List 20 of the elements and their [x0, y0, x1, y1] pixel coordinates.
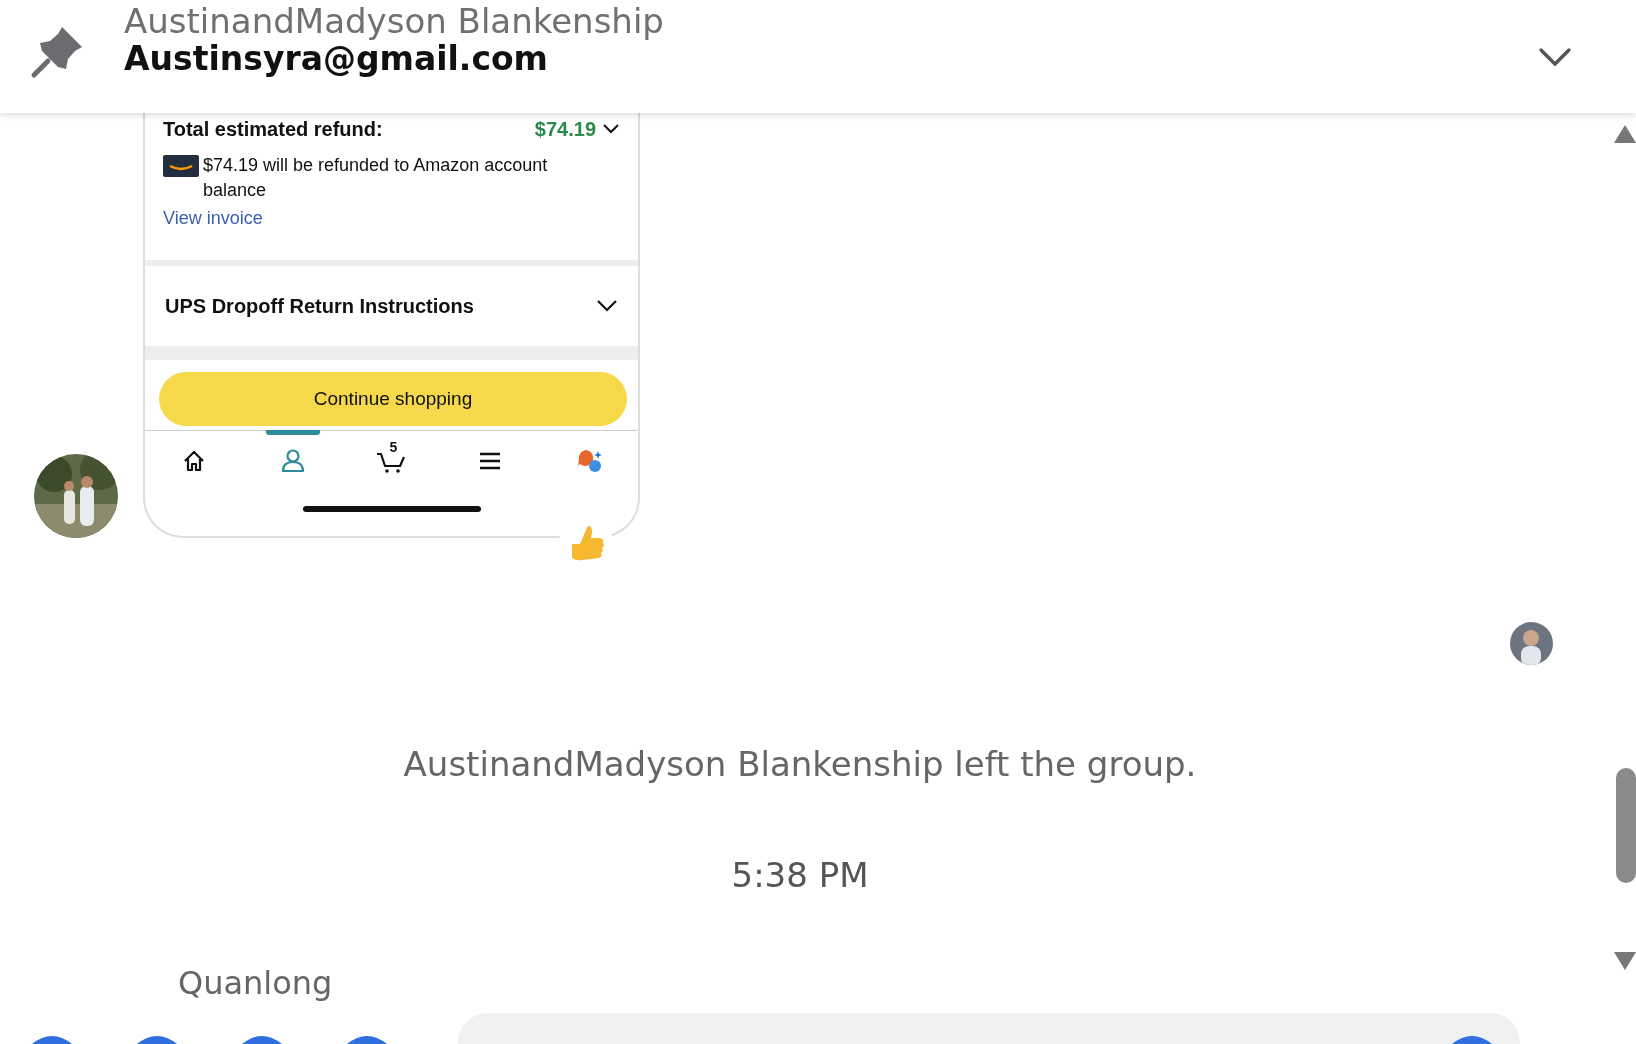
refund-amount: $74.19 [534, 117, 596, 142]
sender-name: Quanlong [178, 963, 333, 1004]
chevron-down-icon[interactable] [602, 123, 620, 135]
continue-shopping-button[interactable]: Continue shopping [159, 372, 627, 426]
timestamp: 5:38 PM [730, 854, 870, 897]
chat-bubbles-icon[interactable] [575, 447, 602, 474]
system-notice: AustinandMadyson Blankenship left the group. [402, 743, 1198, 786]
invoice-link[interactable]: View invoice [163, 205, 263, 232]
chevron-down-icon[interactable] [596, 299, 618, 313]
avatar [1510, 622, 1553, 665]
scroll-down-icon[interactable] [1614, 952, 1636, 970]
section-title: UPS Dropoff Return Instructions [165, 294, 474, 319]
chevron-down-icon[interactable] [1538, 46, 1572, 67]
cart-count: 5 [389, 438, 398, 457]
scrollbar-thumb[interactable] [1616, 768, 1636, 883]
person-icon[interactable] [279, 447, 306, 474]
refund-label: Total estimated refund: [163, 117, 383, 142]
refund-note: $74.19 will be refunded to Amazon account balance [203, 154, 549, 202]
contact-name: AustinandMadyson Blankenship [124, 2, 664, 39]
scroll-up-icon[interactable] [1614, 125, 1636, 143]
